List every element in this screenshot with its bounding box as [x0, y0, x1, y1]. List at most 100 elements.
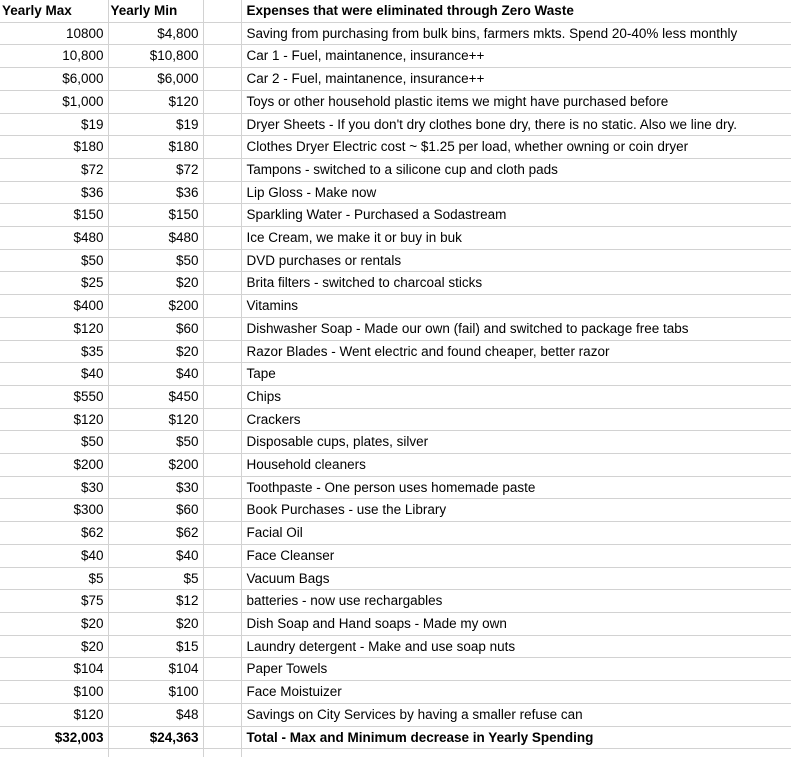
cell-spacer[interactable]: [203, 203, 242, 228]
cell-spacer[interactable]: [203, 657, 242, 682]
cell-yearly-max[interactable]: $20: [0, 635, 109, 659]
cell-empty[interactable]: [203, 748, 242, 757]
cell-description[interactable]: Household cleaners: [241, 453, 791, 477]
cell-yearly-min[interactable]: $200: [108, 294, 204, 318]
cell-yearly-max[interactable]: $150: [0, 203, 109, 228]
cell-yearly-min[interactable]: $40: [108, 544, 204, 568]
cell-spacer[interactable]: [203, 113, 242, 137]
cell-spacer[interactable]: [203, 385, 242, 409]
cell-spacer[interactable]: [203, 498, 242, 523]
cell-yearly-max[interactable]: $120: [0, 703, 109, 727]
cell-description[interactable]: Vacuum Bags: [241, 567, 791, 591]
cell-yearly-max[interactable]: $20: [0, 612, 109, 636]
cell-yearly-min[interactable]: $4,800: [108, 22, 204, 46]
cell-description[interactable]: Paper Towels: [241, 657, 791, 682]
cell-yearly-max[interactable]: $35: [0, 340, 109, 364]
cell-yearly-min[interactable]: $120: [108, 90, 204, 114]
cell-spacer[interactable]: [203, 317, 242, 341]
cell-description[interactable]: Tampons - switched to a silicone cup and…: [241, 158, 791, 182]
cell-spacer[interactable]: [203, 430, 242, 455]
cell-spacer[interactable]: [203, 612, 242, 636]
cell-spacer[interactable]: [203, 271, 242, 296]
cell-description[interactable]: Lip Gloss - Make now: [241, 181, 791, 205]
cell-spacer[interactable]: [203, 567, 242, 591]
cell-spacer[interactable]: [203, 453, 242, 477]
cell-yearly-max[interactable]: $400: [0, 294, 109, 318]
cell-yearly-max[interactable]: $40: [0, 362, 109, 386]
cell-total-spacer[interactable]: [203, 726, 242, 750]
cell-spacer[interactable]: [203, 294, 242, 318]
cell-description[interactable]: Tape: [241, 362, 791, 386]
cell-yearly-min[interactable]: $10,800: [108, 44, 204, 69]
cell-yearly-min[interactable]: $180: [108, 135, 204, 159]
cell-yearly-max[interactable]: $1,000: [0, 90, 109, 114]
cell-description[interactable]: Savings on City Services by having a sma…: [241, 703, 791, 727]
cell-yearly-max[interactable]: $120: [0, 408, 109, 432]
cell-yearly-min[interactable]: $60: [108, 317, 204, 341]
cell-yearly-min[interactable]: $15: [108, 635, 204, 659]
cell-description[interactable]: Face Cleanser: [241, 544, 791, 568]
cell-yearly-max[interactable]: $75: [0, 589, 109, 613]
cell-spacer[interactable]: [203, 44, 242, 69]
cell-yearly-min[interactable]: $30: [108, 476, 204, 500]
cell-yearly-min[interactable]: $12: [108, 589, 204, 613]
cell-yearly-min[interactable]: $20: [108, 340, 204, 364]
cell-yearly-min[interactable]: $62: [108, 521, 204, 545]
cell-yearly-max[interactable]: $180: [0, 135, 109, 159]
cell-yearly-max[interactable]: $62: [0, 521, 109, 545]
cell-yearly-max[interactable]: $72: [0, 158, 109, 182]
cell-total-yearly-max[interactable]: $32,003: [0, 726, 109, 750]
cell-description[interactable]: Toothpaste - One person uses homemade pa…: [241, 476, 791, 500]
cell-description[interactable]: batteries - now use rechargables: [241, 589, 791, 613]
cell-description[interactable]: DVD purchases or rentals: [241, 249, 791, 273]
cell-yearly-min[interactable]: $50: [108, 249, 204, 273]
cell-description[interactable]: Book Purchases - use the Library: [241, 498, 791, 523]
cell-yearly-max[interactable]: $5: [0, 567, 109, 591]
cell-yearly-min[interactable]: $19: [108, 113, 204, 137]
cell-description[interactable]: Car 2 - Fuel, maintanence, insurance++: [241, 67, 791, 91]
cell-spacer[interactable]: [203, 544, 242, 568]
cell-yearly-min[interactable]: $20: [108, 271, 204, 296]
cell-description[interactable]: Face Moistuizer: [241, 680, 791, 704]
cell-description[interactable]: Disposable cups, plates, silver: [241, 430, 791, 455]
cell-description[interactable]: Facial Oil: [241, 521, 791, 545]
cell-spacer[interactable]: [203, 680, 242, 704]
cell-spacer[interactable]: [203, 635, 242, 659]
cell-yearly-min[interactable]: $104: [108, 657, 204, 682]
cell-spacer[interactable]: [203, 158, 242, 182]
cell-yearly-min[interactable]: $5: [108, 567, 204, 591]
cell-empty[interactable]: [0, 748, 109, 757]
cell-empty[interactable]: [241, 749, 791, 757]
cell-yearly-min[interactable]: $60: [108, 498, 204, 523]
cell-yearly-max[interactable]: $50: [0, 249, 109, 273]
cell-yearly-min[interactable]: $48: [108, 703, 204, 727]
cell-description[interactable]: Toys or other household plastic items we…: [241, 90, 791, 114]
cell-yearly-max[interactable]: $100: [0, 680, 109, 704]
cell-spacer[interactable]: [203, 181, 242, 205]
cell-yearly-min[interactable]: $200: [108, 453, 204, 477]
cell-yearly-min[interactable]: $450: [108, 385, 204, 409]
cell-description[interactable]: Clothes Dryer Electric cost ~ $1.25 per …: [241, 135, 791, 159]
cell-spacer[interactable]: [203, 589, 242, 613]
cell-yearly-max[interactable]: $480: [0, 226, 109, 250]
cell-description[interactable]: Brita filters - switched to charcoal sti…: [241, 271, 791, 296]
cell-yearly-max[interactable]: $40: [0, 544, 109, 568]
cell-spacer[interactable]: [203, 249, 242, 273]
cell-description[interactable]: Chips: [241, 385, 791, 409]
cell-description[interactable]: Dishwasher Soap - Made our own (fail) an…: [241, 317, 791, 341]
cell-yearly-max[interactable]: $300: [0, 498, 109, 523]
cell-yearly-max[interactable]: $36: [0, 181, 109, 205]
cell-spacer[interactable]: [203, 67, 242, 91]
cell-yearly-min[interactable]: $40: [108, 362, 204, 386]
cell-total-description[interactable]: Total - Max and Minimum decrease in Year…: [241, 726, 791, 750]
cell-description[interactable]: Car 1 - Fuel, maintanence, insurance++: [241, 44, 791, 69]
cell-yearly-max[interactable]: $200: [0, 453, 109, 477]
cell-description[interactable]: Laundry detergent - Make and use soap nu…: [241, 635, 791, 659]
cell-yearly-max[interactable]: 10800: [0, 22, 109, 46]
cell-spacer[interactable]: [203, 476, 242, 500]
cell-spacer[interactable]: [203, 521, 242, 545]
cell-spacer[interactable]: [203, 408, 242, 432]
cell-yearly-min[interactable]: $120: [108, 408, 204, 432]
cell-yearly-min[interactable]: $6,000: [108, 67, 204, 91]
cell-yearly-min[interactable]: $36: [108, 181, 204, 205]
